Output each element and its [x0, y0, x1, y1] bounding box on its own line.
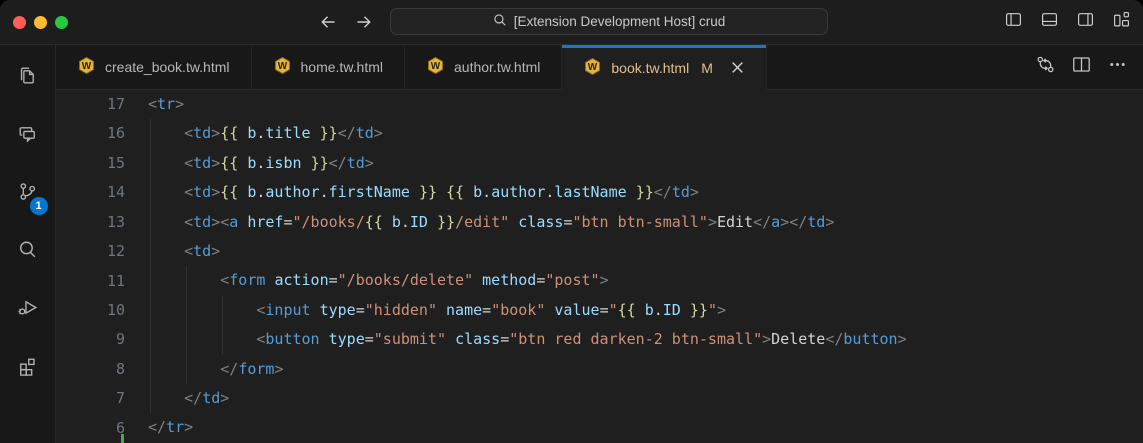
- run-and-debug-icon: [15, 295, 40, 325]
- tab-book.tw.html[interactable]: W book.tw.html M: [562, 45, 767, 90]
- command-center-search[interactable]: [Extension Development Host] crud: [390, 8, 828, 35]
- tab-label: home.tw.html: [300, 59, 383, 75]
- svg-text:W: W: [277, 61, 287, 72]
- code-line-12: <td>: [148, 237, 1143, 267]
- tab-create_book.tw.html[interactable]: W create_book.tw.html: [56, 45, 252, 89]
- code-line-15: <td>{{ b.isbn }}</td>: [148, 148, 1143, 179]
- more-actions-icon[interactable]: [1108, 55, 1127, 79]
- tab-label: author.tw.html: [454, 59, 541, 75]
- indent-guide: [222, 325, 224, 355]
- toggle-secondary-sidebar-icon[interactable]: [1077, 11, 1094, 33]
- extensions-icon: [15, 353, 40, 383]
- tab-label: book.tw.html: [611, 59, 690, 76]
- tab-home.tw.html[interactable]: W home.tw.html: [251, 45, 405, 89]
- code-line-14: <td>{{ b.author.firstName }} {{ b.author…: [148, 178, 1143, 208]
- indent-guide: [150, 237, 151, 267]
- line-number: 6: [115, 418, 125, 437]
- line-number: 11: [106, 271, 125, 290]
- indent-guide: [150, 119, 151, 149]
- forward-arrow-icon[interactable]: [354, 12, 374, 32]
- sidebar-item-explorer[interactable]: [0, 49, 56, 107]
- indent-guide: [150, 384, 151, 414]
- line-number: 9: [115, 330, 125, 349]
- sidebar-item-run-debug[interactable]: [0, 281, 56, 339]
- title-bar: [Extension Development Host] crud: [0, 0, 1143, 45]
- tw-file-hexagon-icon: W: [583, 57, 602, 79]
- sidebar-item-extensions[interactable]: [0, 339, 56, 397]
- indent-guide: [222, 295, 224, 326]
- indent-guide: [150, 207, 151, 238]
- line-number: 7: [115, 389, 125, 408]
- tab-bar-tabs: W create_book.tw.html W home.tw.html W a…: [56, 45, 767, 90]
- search-icon: [493, 13, 507, 30]
- indent-guide: [186, 325, 188, 355]
- indent-guide: [150, 354, 151, 385]
- toggle-primary-sidebar-icon[interactable]: [1005, 11, 1022, 33]
- tab-bar: W create_book.tw.html W home.tw.html W a…: [56, 45, 1143, 90]
- toggle-panel-icon[interactable]: [1041, 11, 1058, 33]
- line-number: 10: [106, 300, 125, 319]
- customize-layout-icon[interactable]: [1113, 11, 1130, 33]
- source-control-badge: 1: [29, 197, 48, 215]
- code-line-13: <td><a href="/books/{{ b.ID }}/edit" cla…: [148, 207, 1143, 238]
- zoom-window-button[interactable]: [55, 15, 68, 29]
- line-number: 17: [106, 95, 125, 113]
- indent-guide: [150, 148, 151, 179]
- code-line-11: <form action="/books/delete" method="pos…: [148, 266, 1143, 296]
- code-line-10: <input type="hidden" name="book" value="…: [148, 295, 1143, 326]
- tab-author.tw.html[interactable]: W author.tw.html: [405, 45, 563, 89]
- line-number: 14: [106, 183, 125, 202]
- indent-guide: [150, 266, 151, 296]
- indent-guide: [186, 354, 188, 385]
- line-number-gutter: 17 16 15 14 13 12 11 10 9 8 7 6: [56, 90, 148, 443]
- svg-text:W: W: [588, 62, 598, 73]
- close-window-button[interactable]: [13, 15, 26, 29]
- git-modified-badge: M: [701, 59, 713, 76]
- tw-file-hexagon-icon: W: [426, 56, 445, 78]
- git-added-gutter-marker: [121, 434, 124, 443]
- indent-guide: [186, 266, 188, 296]
- code-editor[interactable]: 17 16 15 14 13 12 11 10 9 8 7 6 <tr> <td>{{ b.title…: [56, 90, 1143, 443]
- code-line-7: </td>: [148, 384, 1143, 414]
- line-number: 15: [106, 153, 125, 172]
- chat-icon: [15, 121, 40, 151]
- line-number: 12: [106, 242, 125, 261]
- command-center-text: [Extension Development Host] crud: [513, 14, 726, 29]
- code-content: <tr> <td>{{ b.title }}</td> <td>{{ b.isb…: [148, 90, 1143, 443]
- code-line-16: <td>{{ b.title }}</td>: [148, 119, 1143, 149]
- open-changes-icon[interactable]: [1036, 55, 1055, 79]
- minimize-window-button[interactable]: [34, 15, 47, 29]
- split-editor-icon[interactable]: [1072, 55, 1091, 79]
- close-tab-icon[interactable]: [730, 60, 745, 75]
- indent-guide: [150, 295, 151, 326]
- explorer-files-icon: [15, 63, 40, 93]
- code-line-17: <tr>: [148, 95, 185, 113]
- back-arrow-icon[interactable]: [318, 12, 338, 32]
- code-line-6: </tr>: [148, 418, 194, 437]
- svg-text:W: W: [82, 61, 92, 72]
- activity-bar: 1: [0, 45, 56, 443]
- sidebar-item-search[interactable]: [0, 223, 56, 281]
- sidebar-item-source-control[interactable]: 1: [0, 165, 56, 223]
- indent-guide: [150, 325, 151, 355]
- tw-file-hexagon-icon: W: [273, 56, 292, 78]
- vscode-window: [Extension Development Host] crud 1 W cr…: [0, 0, 1143, 443]
- tw-file-hexagon-icon: W: [77, 56, 96, 78]
- line-number: 8: [115, 359, 125, 378]
- indent-guide: [186, 295, 188, 326]
- svg-text:W: W: [431, 61, 441, 72]
- code-line-9: <button type="submit" class="btn red dar…: [148, 325, 1143, 355]
- line-number: 16: [106, 124, 125, 143]
- search-magnifier-icon: [15, 237, 40, 267]
- code-line-8: </form>: [148, 354, 1143, 385]
- indent-guide: [150, 178, 151, 208]
- sidebar-item-chat[interactable]: [0, 107, 56, 165]
- traffic-lights: [0, 15, 68, 29]
- tab-label: create_book.tw.html: [105, 59, 230, 75]
- line-number: 13: [106, 212, 125, 231]
